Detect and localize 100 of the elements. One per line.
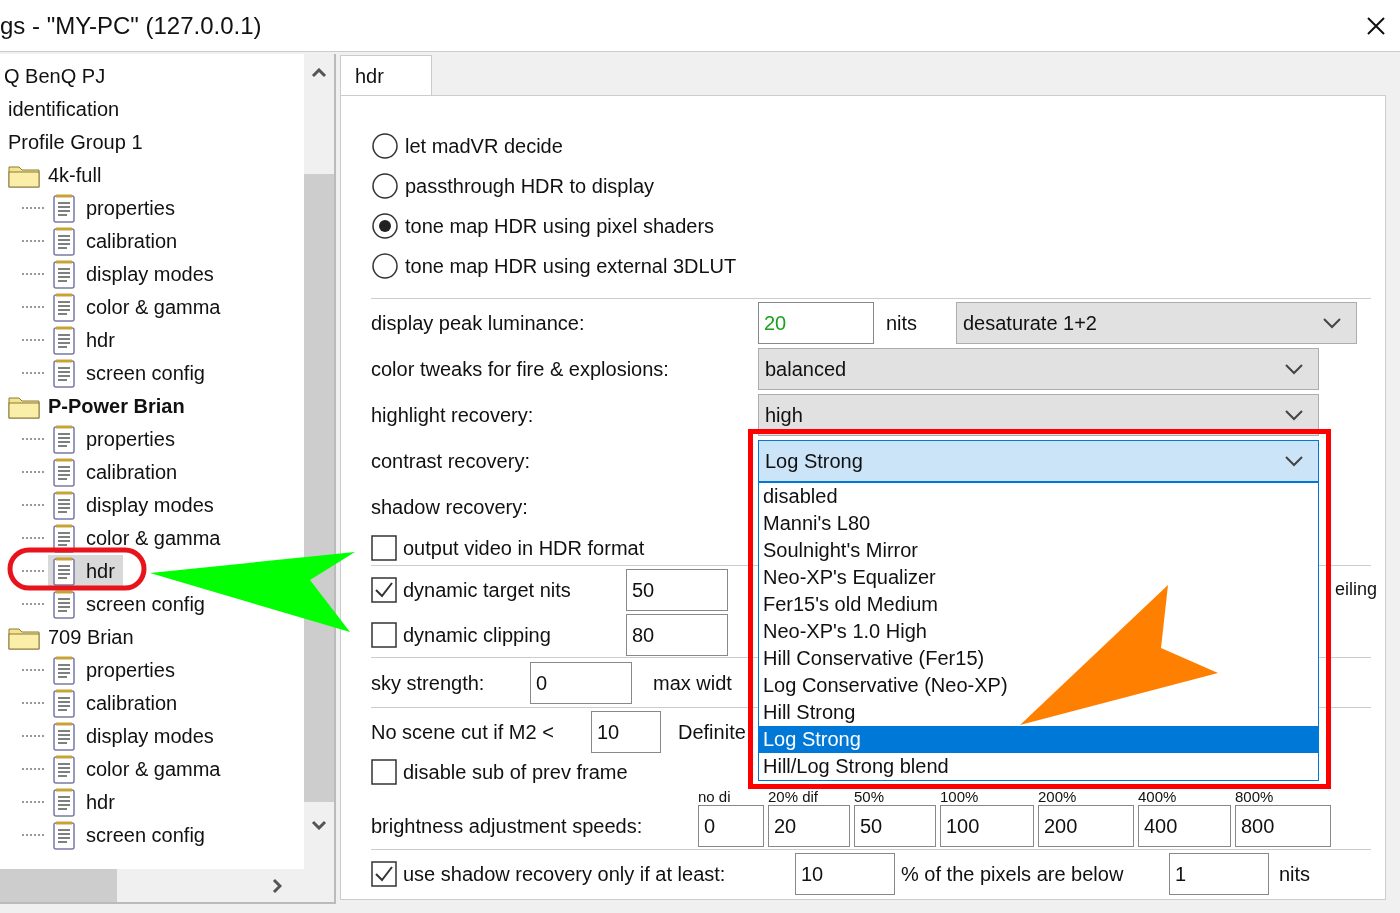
tree-item[interactable]: color & gamma <box>48 295 229 318</box>
page-icon <box>52 555 76 586</box>
checkbox-label[interactable]: dynamic target nits <box>403 574 620 605</box>
input-field[interactable]: 0 <box>530 662 632 704</box>
tree-item[interactable]: 4k-full <box>48 159 102 190</box>
radio-button[interactable] <box>371 212 399 240</box>
vertical-scrollbar[interactable] <box>304 54 334 869</box>
input-field[interactable]: 400 <box>1138 805 1231 847</box>
radio-label[interactable]: passthrough HDR to display <box>405 171 654 201</box>
input-field[interactable]: 800 <box>1235 805 1331 847</box>
tree-item[interactable]: color & gamma <box>48 526 229 549</box>
scrollbar-thumb[interactable] <box>0 869 117 902</box>
checkbox[interactable] <box>371 861 397 887</box>
dropdown[interactable]: balanced <box>758 348 1319 390</box>
tree-line <box>22 833 44 836</box>
tree-item[interactable]: screen config <box>48 823 213 846</box>
tree-item[interactable]: properties <box>48 196 183 219</box>
checkbox[interactable] <box>371 621 397 648</box>
input-field[interactable]: 1 <box>1169 853 1269 895</box>
dropdown-option[interactable]: Hill Conservative (Fer15) <box>759 645 1318 672</box>
tree-item[interactable]: display modes <box>48 262 222 285</box>
checkbox[interactable] <box>371 534 397 561</box>
tree-item[interactable]: properties <box>48 658 183 681</box>
dropdown-option[interactable]: Soulnight's Mirror <box>759 537 1318 564</box>
field-label: color tweaks for fire & explosions: <box>371 357 670 382</box>
page-icon <box>52 324 76 355</box>
radio-button[interactable] <box>371 172 399 200</box>
field-label: No scene cut if M2 < <box>371 720 555 745</box>
column-header: 400% <box>1138 789 1178 805</box>
input-field[interactable]: 50 <box>626 568 728 611</box>
tab[interactable]: hdr <box>340 55 432 95</box>
page-icon <box>52 258 76 289</box>
tree-item[interactable]: screen config <box>48 592 213 615</box>
page-icon <box>52 456 76 487</box>
radio-label[interactable]: let madVR decide <box>405 131 563 161</box>
input-field[interactable]: 0 <box>698 805 764 847</box>
checkbox-label[interactable]: dynamic clipping <box>403 619 620 650</box>
input-field[interactable]: 50 <box>854 805 936 847</box>
field-label: eiling <box>1334 578 1377 601</box>
scroll-down-icon[interactable] <box>311 820 327 830</box>
dropdown[interactable]: Log Strong <box>758 440 1319 482</box>
tree-item[interactable]: calibration <box>48 229 186 252</box>
page-icon <box>52 489 76 520</box>
tree-item[interactable]: calibration <box>48 460 186 483</box>
radio-button[interactable] <box>371 132 399 160</box>
dropdown-option[interactable]: Fer15's old Medium <box>759 591 1318 618</box>
tree-item[interactable]: 709 Brian <box>48 621 134 652</box>
tree-item[interactable]: hdr <box>48 555 123 586</box>
tree-item[interactable]: display modes <box>48 493 222 516</box>
tree-item[interactable]: hdr <box>48 328 123 351</box>
radio-button[interactable] <box>371 252 399 280</box>
input-field[interactable]: 200 <box>1038 805 1134 847</box>
tree-item[interactable]: P-Power Brian <box>48 390 185 421</box>
tree-item[interactable]: screen config <box>48 361 213 384</box>
checkbox-label[interactable]: disable sub of prev frame <box>403 757 628 787</box>
tree-item[interactable]: Profile Group 1 <box>8 126 143 157</box>
tree-item[interactable]: color & gamma <box>48 757 229 780</box>
tree-item[interactable]: calibration <box>48 691 186 714</box>
checkbox[interactable] <box>371 759 397 785</box>
tree-line <box>22 569 44 572</box>
dropdown-option[interactable]: Log Strong <box>759 726 1318 753</box>
tree-line <box>22 701 44 704</box>
dropdown-option[interactable]: Manni's L80 <box>759 510 1318 537</box>
page-icon <box>52 423 76 454</box>
dropdown-option[interactable]: Hill Strong <box>759 699 1318 726</box>
tree-line <box>22 338 44 341</box>
dropdown[interactable]: high <box>758 394 1319 436</box>
checkbox-label[interactable]: output video in HDR format <box>403 532 645 563</box>
tree-line <box>22 272 44 275</box>
dropdown-option[interactable]: Neo-XP's 1.0 High <box>759 618 1318 645</box>
page-icon <box>52 819 76 850</box>
chevron-down-icon <box>1284 409 1304 421</box>
tree-item[interactable]: hdr <box>48 790 123 813</box>
horizontal-scrollbar[interactable] <box>0 869 334 902</box>
input-field[interactable]: 10 <box>795 853 895 895</box>
input-field[interactable]: 100 <box>940 805 1034 847</box>
tree-item[interactable]: identification <box>8 93 120 124</box>
close-icon[interactable] <box>1367 16 1385 35</box>
dropdown-option[interactable]: disabled <box>759 483 1318 510</box>
scroll-right-icon[interactable] <box>272 877 282 894</box>
scroll-up-icon[interactable] <box>311 68 327 78</box>
tree-item[interactable]: Q BenQ PJ <box>4 60 106 91</box>
input-field[interactable]: 80 <box>626 613 728 656</box>
scrollbar-thumb[interactable] <box>304 174 334 802</box>
dropdown-option[interactable]: Hill/Log Strong blend <box>759 753 1318 780</box>
tree-item[interactable]: properties <box>48 427 183 450</box>
checkbox-label[interactable]: use shadow recovery only if at least: <box>403 859 789 889</box>
dropdown-option[interactable]: Log Conservative (Neo-XP) <box>759 672 1318 699</box>
tree-line <box>22 371 44 374</box>
input-field[interactable]: 10 <box>591 711 661 753</box>
dropdown[interactable]: desaturate 1+2 <box>956 302 1357 344</box>
tree-line <box>22 305 44 308</box>
tree-item[interactable]: display modes <box>48 724 222 747</box>
checkbox[interactable] <box>371 576 397 603</box>
radio-label[interactable]: tone map HDR using pixel shaders <box>405 211 715 241</box>
dropdown-option[interactable]: Neo-XP's Equalizer <box>759 564 1318 591</box>
input-field[interactable]: 20 <box>768 805 850 847</box>
tree-line <box>22 503 44 506</box>
chevron-down-icon <box>1322 317 1342 329</box>
radio-label[interactable]: tone map HDR using external 3DLUT <box>405 251 737 281</box>
